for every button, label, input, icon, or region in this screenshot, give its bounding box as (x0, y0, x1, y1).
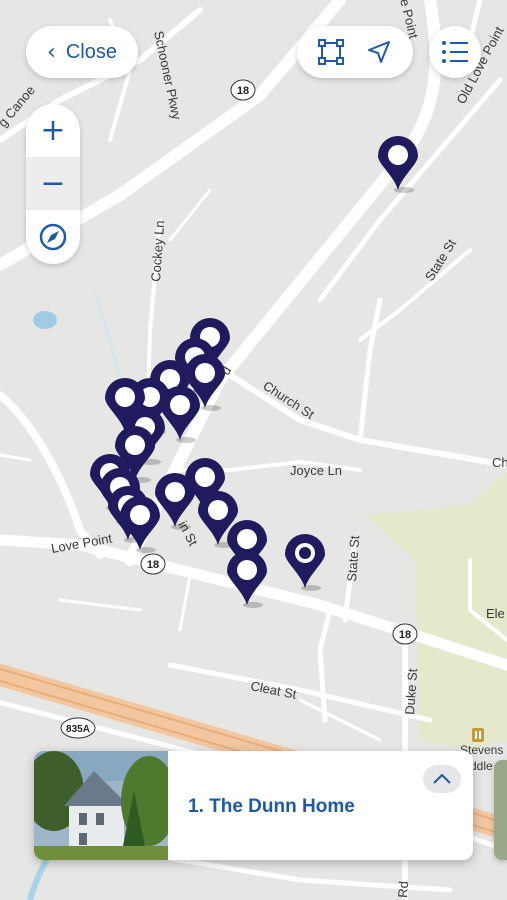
select-area-icon[interactable] (318, 39, 344, 65)
poi-icon (472, 728, 484, 742)
route-shield-18-top: 18 (230, 79, 256, 101)
chevron-left-icon: ‹ (47, 39, 56, 65)
expand-card-button[interactable] (423, 765, 461, 793)
chevron-up-icon (433, 774, 451, 784)
list-view-button[interactable] (429, 26, 481, 78)
compass-icon (38, 222, 68, 252)
poi-label-ele: Ele (486, 606, 505, 621)
map-tools-pill (297, 26, 413, 78)
location-photo (34, 751, 168, 860)
zoom-controls: + − (26, 104, 80, 264)
street-label-ch: Ch (492, 455, 507, 470)
compass-button[interactable] (26, 210, 80, 263)
street-label-rd: Rd (395, 881, 411, 899)
street-label-joyce: Joyce Ln (290, 463, 342, 478)
navigation-arrow-icon[interactable] (366, 39, 392, 65)
route-shield-835a: 835A (60, 717, 96, 739)
location-title[interactable]: 1. The Dunn Home (188, 796, 355, 818)
list-icon (441, 40, 469, 64)
poi-label-ddle: ddle (470, 759, 493, 773)
svg-text:18: 18 (399, 629, 411, 641)
pond (33, 311, 57, 329)
svg-text:18: 18 (237, 85, 249, 97)
svg-text:18: 18 (147, 559, 159, 571)
location-card[interactable]: 1. The Dunn Home (34, 751, 473, 860)
route-shield-18-right: 18 (392, 623, 418, 645)
svg-text:835A: 835A (66, 724, 90, 735)
close-button[interactable]: ‹ Close (26, 26, 138, 78)
zoom-out-button[interactable]: − (26, 157, 80, 210)
zoom-in-button[interactable]: + (26, 104, 80, 157)
close-label: Close (65, 40, 117, 63)
next-location-card[interactable] (494, 760, 507, 860)
route-shield-18-mid: 18 (140, 553, 166, 575)
